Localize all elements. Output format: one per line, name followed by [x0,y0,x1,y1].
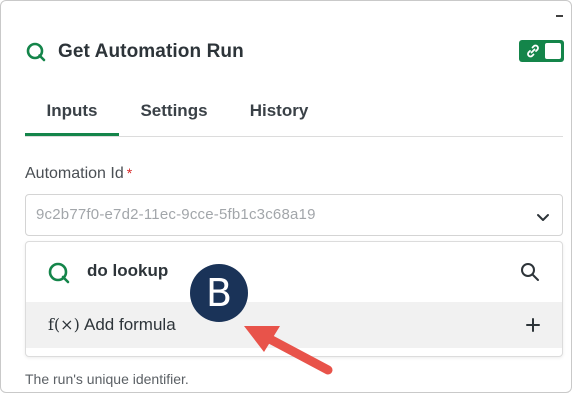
qlik-icon [48,262,70,289]
add-formula-label: Add formula [84,315,176,334]
chevron-down-icon[interactable] [536,210,550,228]
automation-id-label: Automation Id * [25,165,132,183]
automation-id-select[interactable]: 9c2b77f0-e7d2-11ec-9cce-5fb1c3c68a19 [25,194,563,236]
dropdown-item-do-lookup[interactable]: do lookup [26,242,562,302]
annotation-marker-b: B [190,264,248,322]
do-lookup-label: do lookup [87,261,169,280]
tab-settings[interactable]: Settings [139,91,209,135]
panel-title: Get Automation Run [58,41,244,62]
qlik-icon [26,42,46,62]
tab-bar: Inputs Settings History [25,91,563,137]
panel-header: Get Automation Run [26,35,244,69]
plus-icon[interactable] [525,317,541,338]
link-toggle[interactable] [519,40,564,62]
link-icon [525,43,541,64]
required-asterisk: * [126,165,133,181]
automation-id-label-text: Automation Id [25,165,124,182]
tab-inputs[interactable]: Inputs [25,91,119,136]
fx-icon: f(×) [48,315,80,334]
minimize-dash-icon[interactable] [556,15,563,17]
automation-id-placeholder: 9c2b77f0-e7d2-11ec-9cce-5fb1c3c68a19 [36,206,316,223]
toggle-knob [545,43,561,59]
tab-history[interactable]: History [249,91,309,135]
search-icon[interactable] [520,262,540,287]
field-helper-text: The run's unique identifier. [25,371,189,387]
annotation-arrow-icon [240,320,340,385]
